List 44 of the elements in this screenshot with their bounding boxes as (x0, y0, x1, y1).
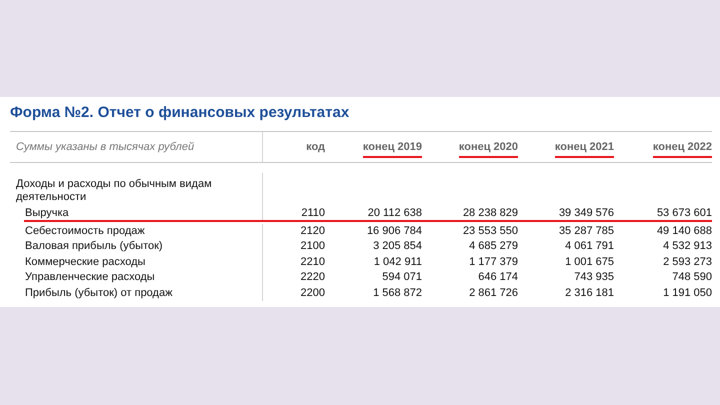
table-cell: 49 140 688 (656, 224, 712, 236)
row-label: Выручка (25, 207, 69, 219)
row-label: Себестоимость продаж (25, 224, 145, 236)
row-label: Валовая прибыль (убыток) (25, 240, 163, 252)
table-cell: 646 174 (478, 271, 518, 283)
column-header: конец 2019 (362, 141, 422, 158)
table-cell: 1 568 872 (373, 286, 422, 298)
column-header: код (306, 141, 325, 155)
column-header: конец 2022 (652, 141, 712, 158)
row-label: Управленческие расходы (25, 271, 155, 283)
table-cell: 1 042 911 (374, 256, 422, 268)
row-label: Прибыль (убыток) от продаж (25, 286, 172, 298)
table-cell: 35 287 785 (558, 224, 614, 236)
table-cell: 23 553 550 (462, 224, 518, 236)
table-cell: 748 590 (672, 271, 712, 283)
table-cell: 743 935 (574, 271, 614, 283)
table-cell: 4 532 913 (663, 240, 712, 252)
table-cell: 16 906 784 (366, 224, 422, 236)
table-cell: 2200 (300, 286, 325, 298)
table-cell: 39 349 576 (558, 207, 614, 219)
table-cell: 2 861 726 (469, 286, 518, 298)
section-heading: Доходы и расходы по обычным видам деятельности (16, 178, 213, 204)
table-cell: 2100 (300, 240, 325, 252)
table-cell: 28 238 829 (462, 207, 518, 219)
table-cell: 1 177 379 (469, 256, 518, 268)
column-header: конец 2020 (458, 141, 518, 158)
column-header: конец 2021 (554, 141, 614, 158)
table-cell: 2 593 273 (663, 256, 712, 268)
table-cell: 1 191 050 (663, 286, 712, 298)
table-cell: 20 112 638 (368, 207, 422, 219)
row-label: Коммерческие расходы (25, 256, 146, 268)
table-cell: 4 685 279 (469, 240, 518, 252)
table-cell: 53 673 601 (656, 207, 712, 219)
page-title: Форма №2. Отчет о финансовых результатах (10, 103, 350, 123)
table-cell: 2 316 181 (565, 286, 614, 298)
table-cell: 1 001 675 (565, 256, 614, 268)
table-cell: 2220 (300, 271, 325, 283)
table-cell: 4 061 791 (565, 240, 614, 252)
table-cell: 594 071 (382, 271, 422, 283)
table-cell: 3 205 854 (373, 240, 422, 252)
table-cell: 2110 (301, 207, 325, 219)
table-cell: 2210 (300, 256, 325, 268)
table-note: Суммы указаны в тысячах рублей (10, 132, 263, 162)
table-cell: 2120 (300, 224, 325, 236)
